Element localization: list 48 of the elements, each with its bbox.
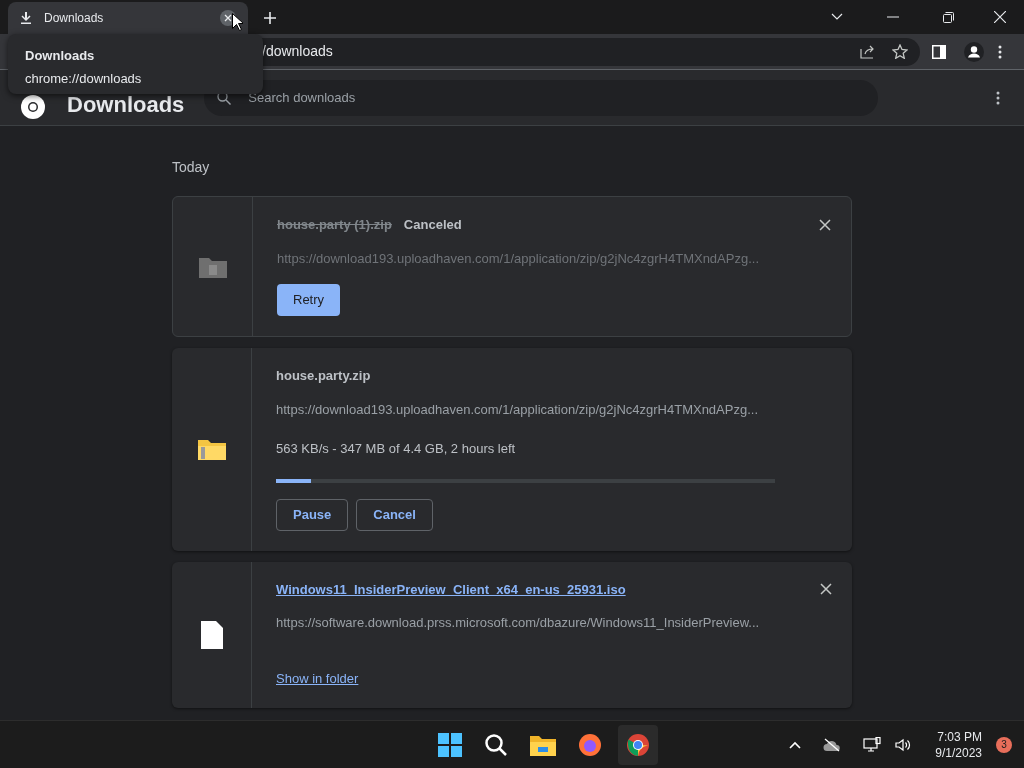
- notification-badge[interactable]: 3: [996, 736, 1012, 753]
- remove-icon[interactable]: [819, 218, 831, 231]
- folder-icon[interactable]: [529, 733, 556, 756]
- file-icon: [200, 620, 223, 649]
- start-icon[interactable]: [437, 732, 462, 757]
- close-icon[interactable]: [994, 11, 1006, 23]
- download-action-button[interactable]: Cancel: [356, 498, 433, 531]
- taskbar-app-button[interactable]: [617, 724, 658, 765]
- side-panel-icon[interactable]: [932, 44, 946, 59]
- chrome-icon: [625, 732, 650, 757]
- chevron-up-icon[interactable]: [789, 740, 802, 749]
- page-title: Downloads: [67, 91, 185, 119]
- zip-folder-icon: [196, 437, 227, 462]
- section-heading: Today: [172, 158, 211, 177]
- clock-date: 9/1/2023: [935, 744, 982, 761]
- search-field[interactable]: Search downloads: [204, 79, 879, 116]
- cloud-icon[interactable]: [823, 737, 842, 752]
- new-tab-icon[interactable]: [264, 12, 276, 24]
- download-url: https://software.download.prss.microsoft.com/dbazure/Windows11_InsiderPreview...: [276, 614, 761, 632]
- browser-tab[interactable]: Downloads: [8, 2, 248, 34]
- file-name: house.party.zip: [276, 367, 371, 385]
- download-url: https://download193.uploadhaven.com/1/application/zip/g2jNc4zgrH4TMXndAPzg...: [276, 400, 759, 419]
- address-text: /downloads: [262, 42, 334, 61]
- more-icon[interactable]: [996, 90, 1001, 105]
- download-action-button[interactable]: Pause: [276, 498, 349, 531]
- download-action-button[interactable]: Retry: [277, 284, 341, 316]
- download-icon: [20, 12, 32, 24]
- profile-icon[interactable]: [964, 41, 984, 62]
- search-icon[interactable]: [483, 732, 508, 757]
- volume-icon[interactable]: [895, 737, 912, 752]
- star-icon[interactable]: [892, 44, 908, 59]
- cursor-icon: [232, 13, 243, 31]
- restore-icon[interactable]: [943, 11, 954, 23]
- download-status: Canceled: [403, 216, 462, 234]
- remove-icon[interactable]: [820, 583, 832, 596]
- menu-icon[interactable]: [998, 44, 1002, 59]
- clock-time: 7:03 PM: [937, 728, 982, 745]
- tab-search-icon[interactable]: [831, 13, 843, 21]
- tooltip-url: chrome://downloads: [25, 69, 143, 88]
- file-name-link[interactable]: Windows11_InsiderPreview_Client_x64_en-us_25931.iso: [276, 579, 626, 599]
- network-icon[interactable]: [863, 736, 882, 753]
- tab-title: Downloads: [44, 10, 105, 27]
- browser-icon[interactable]: [577, 732, 602, 757]
- share-icon[interactable]: [860, 44, 876, 59]
- download-url: https://download193.uploadhaven.com/1/application/zip/g2jNc4zgrH4TMXndAPzg...: [277, 249, 760, 268]
- show-in-folder-link[interactable]: Show in folder: [276, 668, 359, 688]
- progress-text: 563 KB/s - 347 MB of 4.4 GB, 2 hours left: [276, 440, 517, 458]
- file-name: house.party (1).zip: [277, 216, 392, 234]
